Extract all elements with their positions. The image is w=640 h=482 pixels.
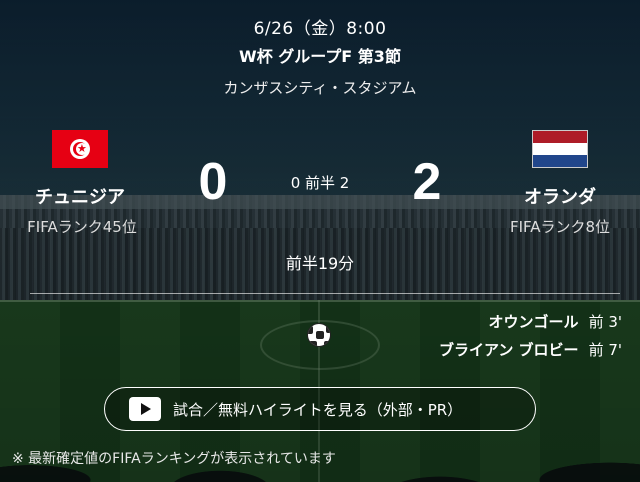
tunisia-flag-icon: ★ (52, 130, 108, 168)
home-team-name[interactable]: チュニジア (30, 183, 130, 209)
divider (30, 293, 620, 294)
goal-event: オウンゴール前 3' (489, 311, 622, 332)
match-time-status: 前半19分 (285, 254, 355, 273)
goal-scorer: ブライアン ブロビー (438, 341, 579, 359)
goal-time: 前 7' (588, 341, 622, 359)
goal-time: 前 3' (588, 313, 622, 331)
home-team-rank: FIFAランク45位 (27, 218, 137, 236)
away-team-name[interactable]: オランダ (508, 183, 612, 209)
goal-scorer: オウンゴール (488, 313, 579, 331)
netherlands-flag-icon (532, 130, 588, 168)
soccer-ball-icon (307, 323, 331, 347)
match-datetime: 6/26（金）8:00 (253, 19, 387, 39)
play-icon (129, 397, 161, 421)
ranking-footnote: ※ 最新確定値のFIFAランキングが表示されています (12, 451, 336, 467)
competition-title: W杯 グループF 第3節 (239, 47, 401, 66)
goal-event: ブライアン ブロビー前 7' (439, 339, 622, 360)
watch-highlights-button[interactable]: 試合／無料ハイライトを見る（外部・PR） (104, 387, 536, 431)
half-score: 0 前半 2 (290, 174, 350, 192)
venue-name: カンザスシティ・スタジアム (223, 79, 417, 97)
home-score: 0 (198, 153, 228, 211)
away-score: 2 (412, 153, 442, 211)
away-team-rank: FIFAランク8位 (509, 218, 611, 236)
watch-highlights-label: 試合／無料ハイライトを見る（外部・PR） (173, 400, 463, 419)
